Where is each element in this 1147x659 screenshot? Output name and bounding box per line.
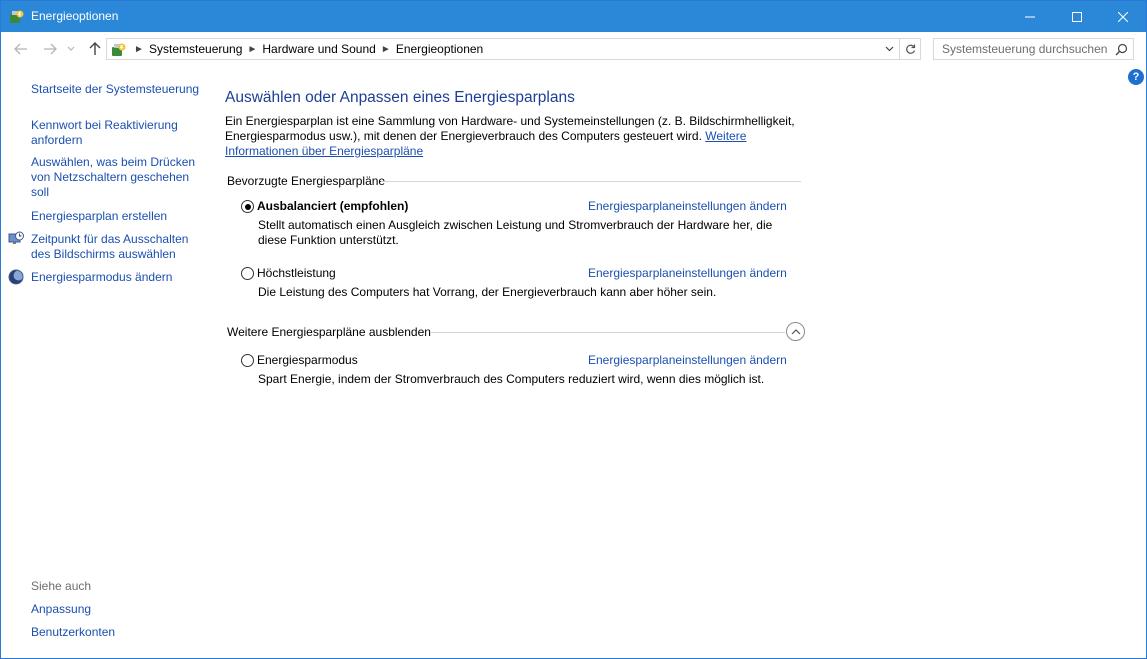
- chevron-down-icon: [67, 46, 75, 51]
- plan-balanced: Ausbalanciert (empfohlen) Energiesparpla…: [241, 199, 801, 249]
- address-bar[interactable]: ► Systemsteuerung ► Hardware und Sound ►…: [106, 38, 921, 60]
- arrow-right-icon: [44, 43, 57, 55]
- search-box[interactable]: [933, 38, 1134, 60]
- power-options-icon: [10, 10, 24, 23]
- minimize-icon: [1025, 16, 1035, 17]
- search-icon[interactable]: [1115, 43, 1128, 56]
- plan-power-saver-radio[interactable]: [241, 354, 254, 367]
- plan-power-saver-description: Spart Energie, indem der Stromverbrauch …: [258, 372, 765, 386]
- sidebar-link-anpassung[interactable]: Anpassung: [31, 602, 201, 617]
- chevron-up-icon: [791, 329, 800, 335]
- breadcrumb-separator-icon: ►: [380, 43, 391, 55]
- see-also-label: Siehe auch: [31, 579, 92, 593]
- preferred-plans-title: Bevorzugte Energiesparpläne: [227, 174, 386, 188]
- breadcrumb-separator-icon: ►: [134, 43, 144, 55]
- more-plans-title: Weitere Energiesparpläne ausblenden: [227, 325, 431, 339]
- sidebar-link-sleep-mode[interactable]: Energiesparmodus ändern: [31, 270, 201, 285]
- sidebar: Startseite der Systemsteuerung Kennwort …: [1, 66, 211, 658]
- search-input[interactable]: [934, 39, 1112, 59]
- plan-high-performance: Höchstleistung Energiesparplaneinstellun…: [241, 266, 801, 302]
- monitor-clock-icon: [8, 231, 24, 244]
- breadcrumb-separator-icon: ►: [247, 43, 258, 55]
- group-divider: [431, 332, 785, 333]
- up-button[interactable]: [86, 40, 104, 58]
- plan-balanced-description: Stellt automatisch einen Ausgleich zwisc…: [258, 218, 773, 247]
- close-icon: [1118, 11, 1128, 22]
- close-button[interactable]: [1100, 1, 1146, 32]
- title-bar: Energieoptionen: [1, 1, 1146, 32]
- intro-text: Ein Energiesparplan ist eine Sammlung vo…: [225, 114, 795, 159]
- plan-balanced-settings-link[interactable]: Energiesparplaneinstellungen ändern: [588, 199, 787, 213]
- sidebar-link-password-on-wakeup[interactable]: Kennwort bei Reaktivierung anfordern: [31, 118, 191, 148]
- group-divider: [381, 181, 801, 182]
- chevron-down-icon: [885, 46, 893, 52]
- refresh-icon: [905, 44, 915, 54]
- navigation-bar: ► Systemsteuerung ► Hardware und Sound ►…: [1, 32, 1146, 66]
- plan-high-performance-description: Die Leistung des Computers hat Vorrang, …: [258, 285, 717, 299]
- breadcrumb-systemsteuerung[interactable]: Systemsteuerung: [147, 42, 244, 56]
- plan-power-saver: Energiesparmodus Energiesparplaneinstell…: [241, 353, 801, 389]
- plan-power-saver-settings-link[interactable]: Energiesparplaneinstellungen ändern: [588, 353, 787, 367]
- breadcrumb-hardware-und-sound[interactable]: Hardware und Sound: [260, 42, 377, 56]
- minimize-button[interactable]: [1007, 1, 1053, 32]
- address-dropdown-button[interactable]: [882, 42, 896, 56]
- plan-power-saver-name[interactable]: Energiesparmodus: [257, 353, 358, 367]
- sidebar-link-create-plan[interactable]: Energiesparplan erstellen: [31, 209, 201, 224]
- power-options-location-icon: [112, 43, 126, 56]
- maximize-icon: [1072, 11, 1082, 22]
- recent-locations-button[interactable]: [65, 40, 77, 58]
- plan-high-performance-settings-link[interactable]: Energiesparplaneinstellungen ändern: [588, 266, 787, 280]
- window-title: Energieoptionen: [31, 9, 119, 23]
- breadcrumb-energieoptionen[interactable]: Energieoptionen: [394, 42, 485, 56]
- sidebar-link-power-buttons[interactable]: Auswählen, was beim Drücken von Netzscha…: [31, 155, 196, 200]
- moon-icon: [8, 269, 24, 285]
- plan-high-performance-name[interactable]: Höchstleistung: [257, 266, 336, 280]
- refresh-button[interactable]: [899, 39, 920, 59]
- breadcrumb: ► Systemsteuerung ► Hardware und Sound ►…: [131, 39, 485, 59]
- help-button[interactable]: ?: [1128, 69, 1144, 85]
- sidebar-link-display-off[interactable]: Zeitpunkt für das Ausschalten des Bildsc…: [31, 232, 196, 262]
- page-title: Auswählen oder Anpassen eines Energiespa…: [225, 89, 575, 106]
- maximize-button[interactable]: [1054, 1, 1100, 32]
- window: Energieoptionen ► Systemsteuerung ► Hard…: [0, 0, 1147, 659]
- arrow-left-icon: [14, 43, 27, 55]
- collapse-more-plans-button[interactable]: [786, 322, 805, 341]
- forward-button[interactable]: [41, 40, 59, 58]
- plan-balanced-radio[interactable]: [241, 200, 254, 213]
- back-button[interactable]: [12, 40, 30, 58]
- sidebar-link-benutzerkonten[interactable]: Benutzerkonten: [31, 625, 201, 640]
- plan-high-performance-radio[interactable]: [241, 267, 254, 280]
- plan-balanced-name[interactable]: Ausbalanciert (empfohlen): [257, 199, 408, 213]
- sidebar-link-home[interactable]: Startseite der Systemsteuerung: [31, 82, 201, 97]
- arrow-up-icon: [89, 42, 101, 55]
